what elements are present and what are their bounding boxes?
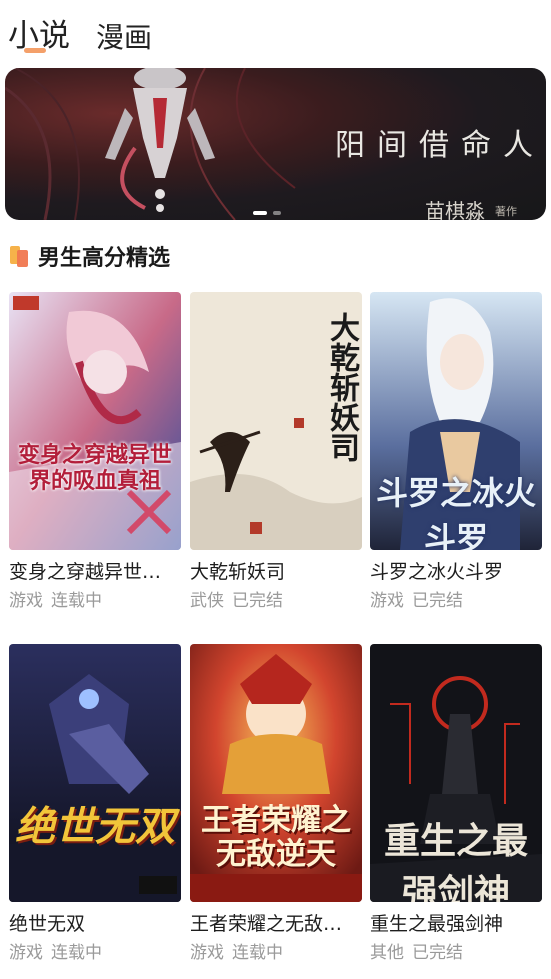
- book-status: 连载中: [232, 943, 283, 963]
- book-cover[interactable]: 绝世无双: [9, 644, 181, 902]
- book-title[interactable]: 变身之穿越异世…: [9, 560, 181, 584]
- book-status: 已完结: [412, 943, 463, 963]
- banner-title: 阳间借命人: [335, 128, 545, 163]
- banner-dot-1[interactable]: [253, 211, 267, 215]
- book-meta: 游戏 连载中: [9, 590, 181, 612]
- book-card[interactable]: 大乾斩妖司 大乾斩妖司 武侠 已完结: [190, 292, 362, 612]
- book-category: 游戏: [9, 943, 43, 963]
- cover-art: [9, 644, 181, 902]
- book-category: 游戏: [190, 943, 224, 963]
- book-category: 游戏: [9, 591, 43, 611]
- book-meta: 游戏 已完结: [370, 590, 542, 612]
- book-cover[interactable]: 王者荣耀之无敌逆天: [190, 644, 362, 902]
- book-card[interactable]: 重生之最强剑神 重生之最强剑神 其他 已完结: [370, 644, 542, 964]
- cover-title: 王者荣耀之无敌逆天: [201, 803, 351, 872]
- banner-dot-2[interactable]: [273, 211, 281, 215]
- book-meta: 武侠 已完结: [190, 590, 362, 612]
- book-meta: 其他 已完结: [370, 942, 542, 964]
- book-category: 武侠: [190, 591, 224, 611]
- section-title: 男生高分精选: [38, 246, 171, 271]
- book-title[interactable]: 王者荣耀之无敌…: [190, 912, 362, 936]
- book-cover[interactable]: 大乾斩妖司: [190, 292, 362, 550]
- tab-comic[interactable]: 漫画: [96, 24, 152, 52]
- book-status: 连载中: [51, 591, 102, 611]
- banner-illustration: [5, 68, 296, 220]
- book-meta: 游戏 连载中: [190, 942, 362, 964]
- cover-title: 变身之穿越异世界的吸血真祖: [17, 442, 172, 494]
- book-cover[interactable]: 变身之穿越异世界的吸血真祖: [9, 292, 181, 550]
- cover-title: 绝世无双: [15, 803, 175, 850]
- book-title[interactable]: 大乾斩妖司: [190, 560, 362, 584]
- book-title[interactable]: 绝世无双: [9, 912, 181, 936]
- book-card[interactable]: 王者荣耀之无敌逆天 王者荣耀之无敌… 游戏 连载中: [190, 644, 362, 964]
- top-tabs: 小说 漫画: [8, 4, 152, 52]
- book-status: 已完结: [232, 591, 283, 611]
- section-header: 男生高分精选: [10, 240, 170, 272]
- cover-art: [9, 292, 181, 550]
- book-cover[interactable]: 重生之最强剑神: [370, 644, 542, 902]
- book-category: 其他: [370, 943, 404, 963]
- book-card[interactable]: 斗罗之冰火斗罗 斗罗之冰火斗罗 游戏 已完结: [370, 292, 542, 612]
- banner-author-suffix: 著作: [495, 205, 517, 218]
- book-title[interactable]: 重生之最强剑神: [370, 912, 542, 936]
- book-category: 游戏: [370, 591, 404, 611]
- book-card[interactable]: 绝世无双 绝世无双 游戏 连载中: [9, 644, 181, 964]
- banner-author: 苗棋淼: [425, 199, 485, 220]
- banner-pagination: [253, 211, 281, 215]
- book-status: 连载中: [51, 943, 102, 963]
- book-stack-icon: [10, 244, 32, 268]
- book-title[interactable]: 斗罗之冰火斗罗: [370, 560, 542, 584]
- cover-title: 大乾斩妖司: [324, 312, 359, 462]
- cover-title: 重生之最强剑神: [383, 820, 528, 902]
- cover-title: 斗罗之冰火斗罗: [375, 474, 536, 550]
- book-status: 已完结: [412, 591, 463, 611]
- active-tab-indicator: [24, 48, 46, 53]
- book-cover[interactable]: 斗罗之冰火斗罗: [370, 292, 542, 550]
- book-meta: 游戏 连载中: [9, 942, 181, 964]
- book-card[interactable]: 变身之穿越异世界的吸血真祖 变身之穿越异世… 游戏 连载中: [9, 292, 181, 612]
- promo-banner[interactable]: 阳间借命人 苗棋淼 著作: [5, 68, 546, 220]
